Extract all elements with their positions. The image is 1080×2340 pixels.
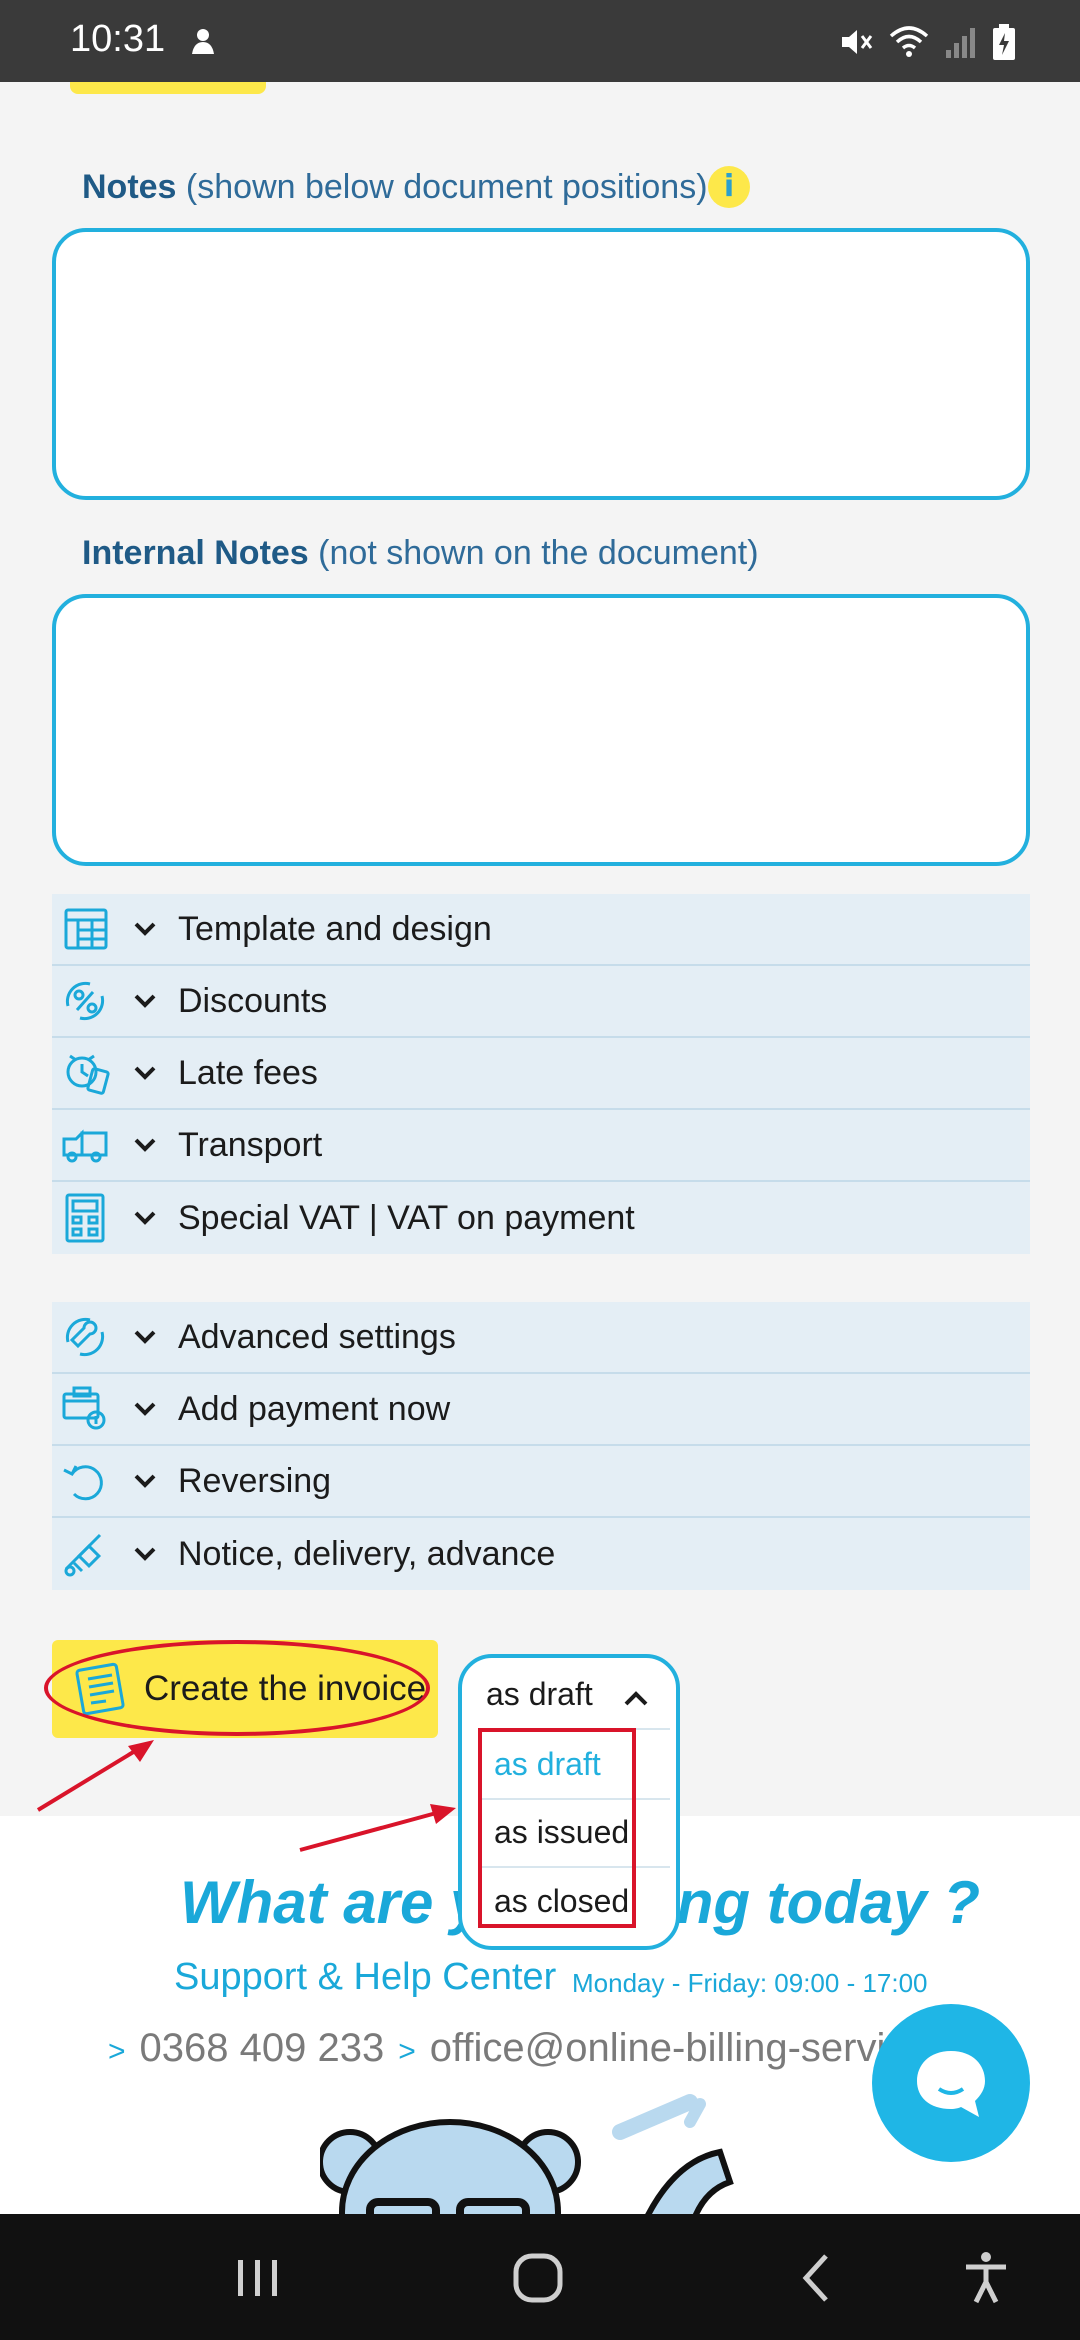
- wrench-icon: [58, 1310, 112, 1364]
- chat-bubble-icon: [917, 2051, 985, 2117]
- internal-notes-textarea[interactable]: [52, 594, 1030, 866]
- support-link[interactable]: Support & Help Center: [174, 1956, 556, 1999]
- status-time: 10:31: [70, 18, 166, 60]
- select-divider: [478, 1798, 670, 1800]
- accordion-notice-delivery-advance[interactable]: Notice, delivery, advance: [52, 1518, 1030, 1590]
- accordion-late-fees[interactable]: Late fees: [52, 1038, 1030, 1110]
- accordion-reversing[interactable]: Reversing: [52, 1446, 1030, 1518]
- notification-app-icon: [192, 29, 214, 54]
- accordion-discounts[interactable]: Discounts: [52, 966, 1030, 1038]
- chevron-down-icon: [130, 1394, 160, 1424]
- accordion-advanced-settings[interactable]: Advanced settings: [52, 1302, 1030, 1374]
- accordion-label: Transport: [178, 1125, 323, 1164]
- wifi-icon: [889, 26, 929, 57]
- accordion-label: Reversing: [178, 1461, 332, 1500]
- notes-textarea[interactable]: [52, 228, 1030, 500]
- invoice-status-select[interactable]: as draft as draft as issued as closed: [458, 1654, 680, 1950]
- invoice-icon: [75, 1662, 125, 1716]
- accordion-label: Add payment now: [178, 1389, 451, 1428]
- option-as-closed[interactable]: as closed: [494, 1883, 629, 1920]
- chevron-right-icon: >: [398, 2035, 416, 2068]
- annotation-arrowhead-1: [128, 1740, 154, 1762]
- calculator-icon: [58, 1191, 112, 1245]
- info-icon[interactable]: i: [708, 166, 750, 208]
- options-accordion-1: Template and design Discounts Late fees …: [52, 894, 1030, 1254]
- chevron-down-icon: [130, 1539, 160, 1569]
- late-fee-clock-icon: [58, 1046, 112, 1100]
- template-grid-icon: [58, 902, 112, 956]
- chevron-down-icon: [130, 1058, 160, 1088]
- options-accordion-2: Advanced settings Add payment now Revers…: [52, 1302, 1030, 1590]
- chevron-down-icon: [130, 1130, 160, 1160]
- accordion-label: Late fees: [178, 1053, 318, 1092]
- accordion-template-and-design[interactable]: Template and design: [52, 894, 1030, 966]
- status-bar: 10:31: [0, 0, 1080, 82]
- status-icons: [838, 22, 1016, 62]
- chevron-up-icon[interactable]: [622, 1688, 650, 1708]
- accordion-label: Advanced settings: [178, 1317, 456, 1356]
- accordion-label: Special VAT | VAT on payment: [178, 1198, 635, 1237]
- mute-icon: [842, 30, 873, 54]
- accessibility-icon[interactable]: [956, 2248, 1016, 2308]
- annotation-arrow-1: [36, 1746, 142, 1812]
- payment-card-icon: [58, 1382, 112, 1436]
- recent-apps-icon[interactable]: [228, 2248, 288, 2308]
- reverse-arrow-icon: [58, 1454, 112, 1508]
- option-as-draft[interactable]: as draft: [494, 1746, 601, 1783]
- chevron-down-icon: [130, 1322, 160, 1352]
- chevron-down-icon: [130, 914, 160, 944]
- discount-percent-icon: [58, 974, 112, 1028]
- chat-button[interactable]: [872, 2004, 1030, 2162]
- signal-icon: [946, 28, 975, 58]
- select-current-value[interactable]: as draft: [486, 1676, 593, 1713]
- accordion-add-payment-now[interactable]: Add payment now: [52, 1374, 1030, 1446]
- notes-label: Notes (shown below document positions): [82, 168, 708, 206]
- battery-icon: [993, 24, 1015, 60]
- chevron-down-icon: [130, 986, 160, 1016]
- option-as-issued[interactable]: as issued: [494, 1814, 629, 1851]
- hand-truck-icon: [58, 1527, 112, 1581]
- chevron-right-icon: >: [108, 2035, 126, 2068]
- chevron-down-icon: [130, 1466, 160, 1496]
- truck-icon: [58, 1118, 112, 1172]
- support-hours: Monday - Friday: 09:00 - 17:00: [572, 1968, 928, 1998]
- select-divider: [478, 1866, 670, 1868]
- select-divider: [478, 1728, 670, 1730]
- back-icon[interactable]: [788, 2248, 848, 2308]
- home-icon[interactable]: [508, 2248, 568, 2308]
- chevron-down-icon: [130, 1203, 160, 1233]
- phone-link[interactable]: 0368 409 233: [140, 2026, 385, 2070]
- create-invoice-label: Create the invoice: [144, 1669, 427, 1708]
- accordion-label: Template and design: [178, 909, 492, 948]
- koala-mascot-illustration: [320, 2094, 734, 2214]
- system-nav-bar: [0, 2214, 1080, 2340]
- internal-notes-label: Internal Notes (not shown on the documen…: [82, 534, 759, 572]
- accordion-label: Discounts: [178, 981, 328, 1020]
- accordion-special-vat[interactable]: Special VAT | VAT on payment: [52, 1182, 1030, 1254]
- create-invoice-button[interactable]: Create the invoice: [52, 1640, 438, 1738]
- accordion-transport[interactable]: Transport: [52, 1110, 1030, 1182]
- accordion-label: Notice, delivery, advance: [178, 1534, 556, 1573]
- previous-button-fragment: [70, 82, 266, 94]
